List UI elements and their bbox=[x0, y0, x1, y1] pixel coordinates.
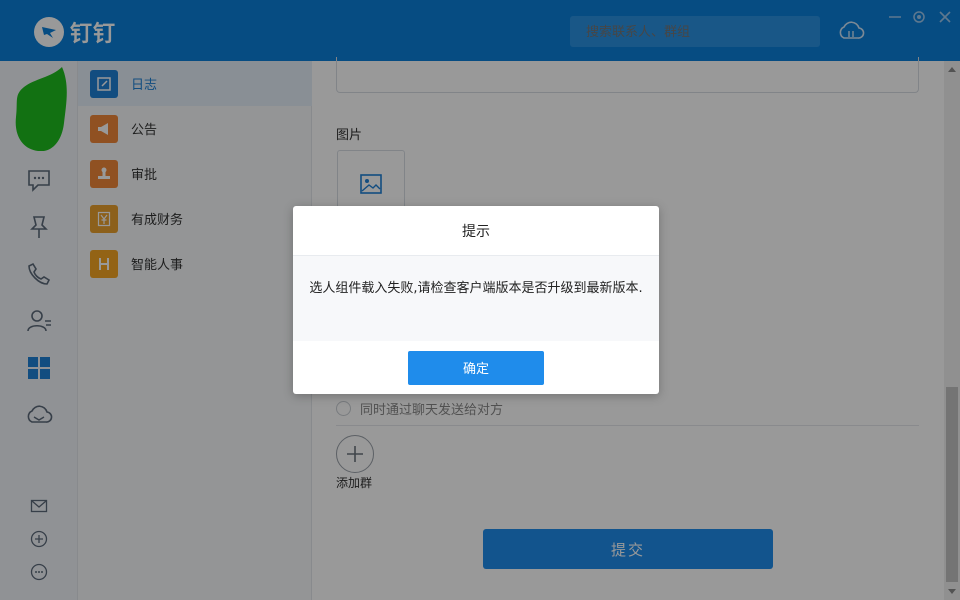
alert-dialog: 提示 选人组件载入失败,请检查客户端版本是否升级到最新版本. 确定 bbox=[293, 206, 659, 394]
dialog-footer: 确定 bbox=[293, 341, 659, 394]
confirm-button[interactable]: 确定 bbox=[408, 350, 544, 385]
dialog-title: 提示 bbox=[293, 206, 659, 256]
dialog-message: 选人组件载入失败,请检查客户端版本是否升级到最新版本. bbox=[293, 256, 659, 341]
